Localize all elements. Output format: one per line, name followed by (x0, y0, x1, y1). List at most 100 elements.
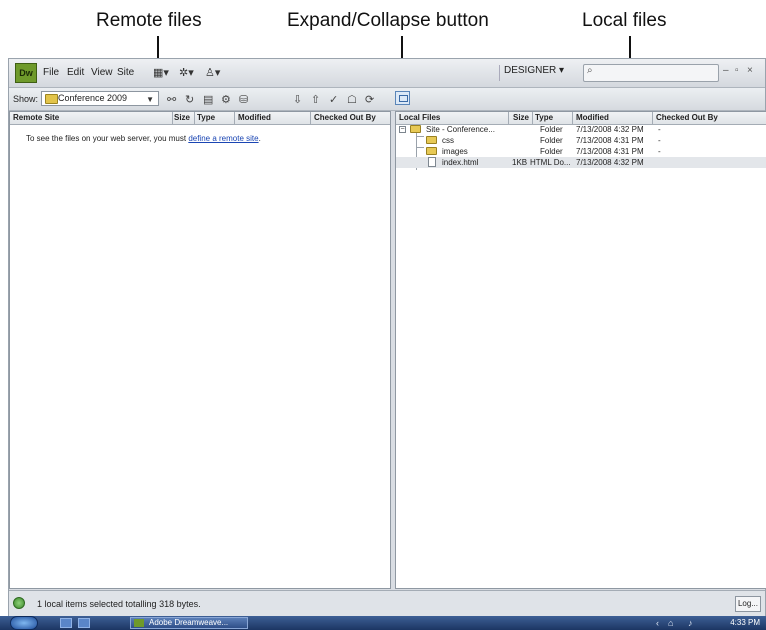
connect-icon[interactable]: ⚯ (167, 93, 176, 106)
collapse-icon[interactable]: − (399, 126, 406, 133)
col-remote-site[interactable]: Remote Site (13, 113, 59, 122)
callout-remote-files: Remote files (96, 10, 202, 31)
network-icon[interactable]: ⌂ (668, 618, 673, 628)
callout-expand-collapse: Expand/Collapse button (287, 10, 489, 31)
html-file-icon (428, 157, 436, 167)
dreamweaver-logo: Dw (15, 63, 37, 83)
file-modified: 7/13/2008 4:31 PM (576, 136, 644, 145)
file-name: css (442, 136, 454, 145)
file-modified: 7/13/2008 4:31 PM (576, 147, 644, 156)
site-select[interactable]: Conference 2009 ▼ (41, 91, 159, 106)
minimize-icon[interactable]: – (723, 65, 729, 76)
file-row-site-root[interactable]: − Site - Conference... Folder 7/13/2008 … (396, 124, 766, 135)
file-checked-out: - (658, 147, 661, 156)
column-divider (172, 112, 173, 124)
repository-icon[interactable]: ⛁ (239, 93, 248, 106)
remote-files-pane: Remote Site Size Type Modified Checked O… (9, 111, 391, 589)
file-name: Site - Conference... (426, 125, 495, 134)
taskbar-app-label: Adobe Dreamweave... (149, 618, 229, 627)
volume-icon[interactable]: ♪ (688, 618, 693, 628)
file-row-css[interactable]: css Folder 7/13/2008 4:31 PM - (396, 135, 766, 146)
folder-icon (426, 147, 437, 155)
extend-icon[interactable]: ✲▾ (179, 66, 194, 79)
file-modified: 7/13/2008 4:32 PM (576, 125, 644, 134)
file-modified: 7/13/2008 4:32 PM (576, 158, 644, 167)
status-text: 1 local items selected totalling 318 byt… (37, 599, 201, 609)
folder-icon (426, 136, 437, 144)
help-search-input[interactable]: ⌕ (583, 64, 719, 82)
col-checked-out-by[interactable]: Checked Out By (314, 113, 376, 122)
column-divider (532, 112, 533, 124)
taskbar-dreamweaver-button[interactable]: Adobe Dreamweave... (130, 617, 248, 629)
check-in-icon[interactable]: ☖ (347, 93, 357, 106)
site-select-value: Conference 2009 (58, 93, 128, 103)
dreamweaver-window: Dw File Edit View Site ▦▾ ✲▾ ♙▾ DESIGNER… (8, 58, 766, 617)
put-files-icon[interactable]: ⇧ (311, 93, 320, 106)
restore-icon[interactable]: ▫ (735, 65, 739, 76)
col-modified[interactable]: Modified (238, 113, 271, 122)
menu-file[interactable]: File (43, 67, 59, 78)
site-icon[interactable]: ♙▾ (205, 66, 220, 79)
menu-edit[interactable]: Edit (67, 67, 84, 78)
files-toolbar: Show: Conference 2009 ▼ ⚯ ↻ ▤ ⚙ ⛁ ⇩ ⇧ ✓ … (9, 88, 765, 111)
file-type: Folder (540, 136, 563, 145)
sync-icon[interactable]: ⟳ (365, 93, 374, 106)
folder-icon (410, 125, 421, 133)
system-clock: 4:33 PM (730, 618, 760, 627)
file-type: HTML Do... (530, 158, 571, 167)
status-icon (13, 597, 25, 609)
local-files-pane: Local Files Size Type Modified Checked O… (395, 111, 766, 589)
menu-bar: Dw File Edit View Site ▦▾ ✲▾ ♙▾ DESIGNER… (9, 59, 765, 88)
dreamweaver-logo (134, 619, 144, 627)
define-remote-site-link[interactable]: define a remote site (188, 134, 258, 143)
show-label: Show: (13, 94, 39, 104)
column-divider (194, 112, 195, 124)
file-checked-out: - (658, 125, 661, 134)
testing-server-icon[interactable]: ⚙ (221, 93, 231, 106)
file-row-index-html[interactable]: index.html 1KB HTML Do... 7/13/2008 4:32… (396, 157, 766, 168)
tray-arrow-icon[interactable]: ‹ (656, 618, 659, 628)
get-files-icon[interactable]: ⇩ (293, 93, 302, 106)
view-files-icon[interactable]: ▤ (203, 93, 213, 106)
check-out-icon[interactable]: ✓ (329, 93, 338, 106)
menu-site[interactable]: Site (117, 67, 134, 78)
column-divider (572, 112, 573, 124)
folder-icon (45, 94, 58, 104)
remote-site-message: To see the files on your web server, you… (26, 134, 261, 143)
file-row-images[interactable]: images Folder 7/13/2008 4:31 PM - (396, 146, 766, 157)
layout-icon[interactable]: ▦▾ (153, 66, 169, 79)
status-bar: 1 local items selected totalling 318 byt… (9, 590, 765, 617)
file-checked-out: - (658, 136, 661, 145)
file-name: images (442, 147, 468, 156)
column-divider (310, 112, 311, 124)
chevron-down-icon: ▼ (146, 95, 154, 104)
close-icon[interactable]: × (747, 65, 753, 76)
col-modified[interactable]: Modified (576, 113, 609, 122)
search-icon: ⌕ (587, 65, 593, 76)
callout-local-files: Local files (582, 10, 667, 31)
col-type[interactable]: Type (535, 113, 553, 122)
refresh-icon[interactable]: ↻ (185, 93, 194, 106)
file-type: Folder (540, 147, 563, 156)
expand-collapse-button[interactable] (395, 91, 410, 105)
start-button[interactable] (10, 616, 38, 630)
col-size[interactable]: Size (174, 113, 190, 122)
column-divider (234, 112, 235, 124)
remote-column-header: Remote Site Size Type Modified Checked O… (10, 112, 390, 125)
show-desktop-icon[interactable] (60, 618, 72, 628)
remote-message-period: . (258, 134, 261, 143)
file-size: 1KB (512, 158, 528, 167)
log-button[interactable]: Log... (735, 596, 761, 612)
col-size[interactable]: Size (513, 113, 529, 122)
col-type[interactable]: Type (197, 113, 215, 122)
menu-view[interactable]: View (91, 67, 113, 78)
remote-message-text: To see the files on your web server, you… (26, 134, 187, 143)
column-divider (508, 112, 509, 124)
col-checked-out-by[interactable]: Checked Out By (656, 113, 718, 122)
windows-taskbar: Adobe Dreamweave... ‹ ⌂ ♪ 4:33 PM (0, 616, 766, 630)
column-divider (652, 112, 653, 124)
switch-windows-icon[interactable] (78, 618, 90, 628)
col-local-files[interactable]: Local Files (399, 113, 440, 122)
file-type: Folder (540, 125, 563, 134)
workspace-switcher[interactable]: DESIGNER ▾ (499, 65, 568, 81)
